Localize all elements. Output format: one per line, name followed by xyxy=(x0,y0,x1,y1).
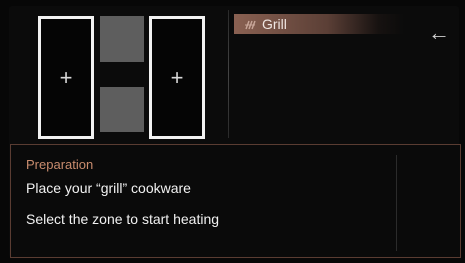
grill-icon xyxy=(244,18,256,30)
bridge-zone-bottom xyxy=(100,87,144,132)
instruction-line: Select the zone to start heating xyxy=(26,211,220,227)
zone-layout: + + xyxy=(16,8,226,144)
panel-divider xyxy=(396,155,397,251)
right-cooking-zone[interactable]: + xyxy=(149,16,205,139)
bridge-zone-top xyxy=(100,16,144,62)
instruction-line: Place your “grill” cookware xyxy=(26,180,191,196)
vertical-divider xyxy=(228,10,229,138)
preparation-panel: Preparation Place your “grill” cookware … xyxy=(10,144,461,258)
plus-icon: + xyxy=(170,64,184,90)
program-label: Grill xyxy=(262,16,287,32)
left-cooking-zone[interactable]: + xyxy=(38,16,94,139)
cooktop-screen: + + Grill ← Preparation Place your “gril… xyxy=(0,0,465,263)
plus-icon: + xyxy=(59,64,73,90)
back-arrow-icon[interactable]: ← xyxy=(428,22,450,44)
program-grill-chip[interactable]: Grill xyxy=(234,14,404,34)
preparation-heading: Preparation xyxy=(26,157,94,172)
